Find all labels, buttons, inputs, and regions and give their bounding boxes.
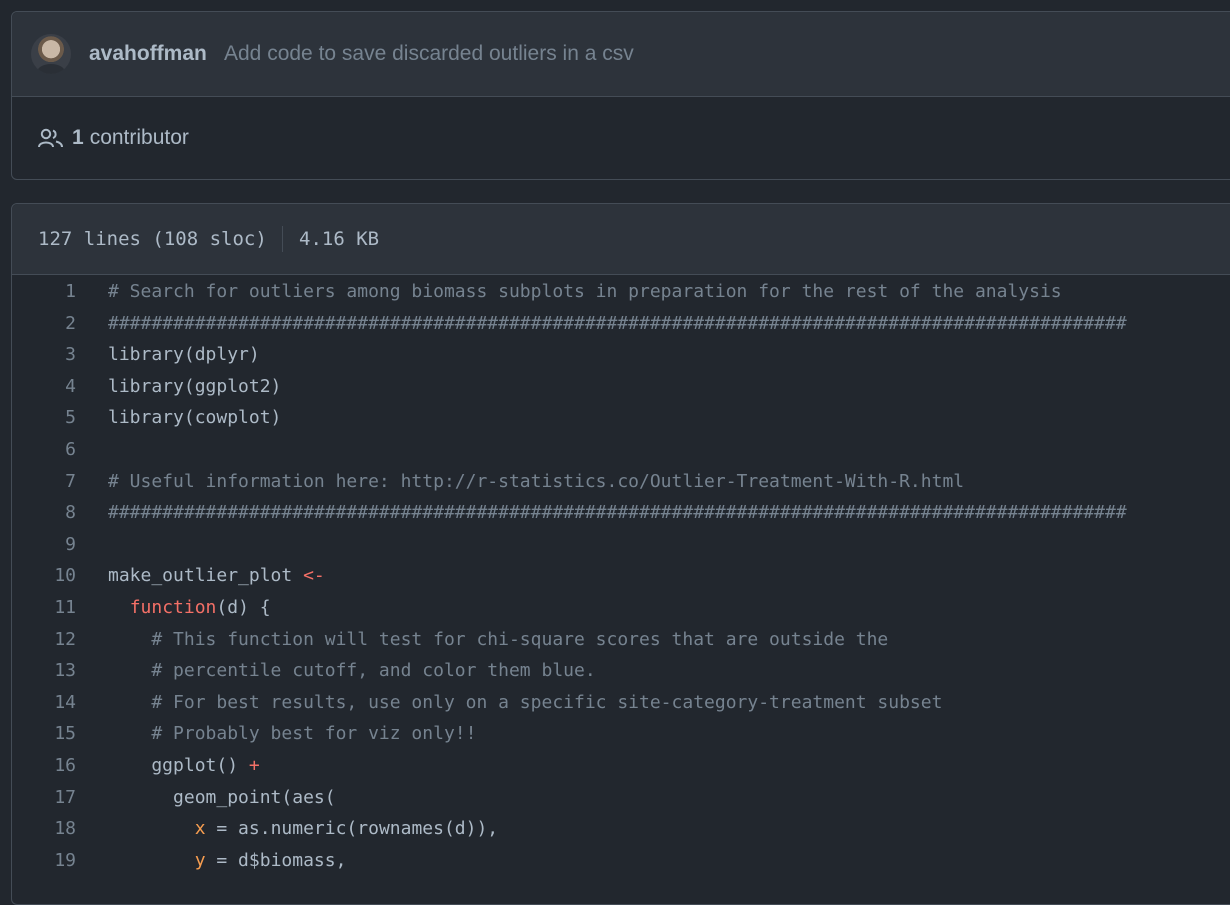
code-line: 7 # Useful information here: http://r-sta… bbox=[12, 466, 1230, 498]
code-token: make_outlier_plot bbox=[108, 565, 304, 587]
code-token: library(ggplot2) bbox=[108, 375, 282, 397]
line-number[interactable]: 1 bbox=[12, 276, 76, 308]
code-token: ggplot() bbox=[108, 754, 249, 776]
line-number[interactable]: 13 bbox=[12, 655, 76, 687]
code-line: 15 # Probably best for viz only!! bbox=[12, 718, 1230, 750]
file-info-header: 127 lines (108 sloc) 4.16 KB bbox=[12, 204, 1230, 275]
code-line: 3 library(dplyr) bbox=[12, 339, 1230, 371]
file-box: 127 lines (108 sloc) 4.16 KB 1 # Search f… bbox=[11, 203, 1230, 905]
line-source: # Probably best for viz only!! bbox=[108, 718, 476, 750]
people-icon bbox=[38, 128, 63, 148]
code-line: 10 make_outlier_plot <- bbox=[12, 560, 1230, 592]
code-line: 12 # This function will test for chi-squ… bbox=[12, 624, 1230, 656]
code-line: 11 function(d) { bbox=[12, 592, 1230, 624]
line-source: ########################################… bbox=[108, 497, 1127, 529]
line-source: make_outlier_plot <- bbox=[108, 560, 325, 592]
line-source: y = d$biomass, bbox=[108, 845, 347, 877]
code-token: # For best results, use only on a specif… bbox=[108, 691, 943, 713]
line-number[interactable]: 3 bbox=[12, 339, 76, 371]
code-token: # Search for outliers among biomass subp… bbox=[108, 281, 1062, 302]
code-token: x bbox=[194, 818, 206, 840]
code-line: 17 geom_point(aes( bbox=[12, 782, 1230, 814]
line-number[interactable]: 9 bbox=[12, 529, 76, 561]
contributor-count: 1 bbox=[72, 126, 84, 149]
code-token: y bbox=[194, 849, 206, 871]
line-number[interactable]: 7 bbox=[12, 466, 76, 498]
code-view[interactable]: 1 # Search for outliers among biomass sub… bbox=[12, 276, 1230, 876]
code-token: library(dplyr) bbox=[108, 344, 260, 366]
code-line: 5 library(cowplot) bbox=[12, 402, 1230, 434]
line-number[interactable]: 10 bbox=[12, 560, 76, 592]
code-token: # This function will test for chi-square… bbox=[108, 628, 889, 650]
line-number[interactable]: 14 bbox=[12, 687, 76, 719]
line-source: # This function will test for chi-square… bbox=[108, 624, 888, 656]
line-source: library(cowplot) bbox=[108, 402, 281, 434]
code-line: 6 bbox=[12, 434, 1230, 466]
code-token: function bbox=[129, 596, 217, 618]
line-number[interactable]: 12 bbox=[12, 624, 76, 656]
line-number[interactable]: 2 bbox=[12, 308, 76, 340]
commit-author-link[interactable]: avahoffman bbox=[89, 42, 207, 66]
code-token: # Useful information here: http://r-stat… bbox=[108, 470, 965, 492]
line-number[interactable]: 16 bbox=[12, 750, 76, 782]
code-line: 19 y = d$biomass, bbox=[12, 845, 1230, 877]
line-number[interactable]: 8 bbox=[12, 497, 76, 529]
code-token: + bbox=[248, 754, 260, 776]
line-source: # For best results, use only on a specif… bbox=[108, 687, 942, 719]
line-source: ggplot() + bbox=[108, 750, 260, 782]
latest-commit: avahoffman Add code to save discarded ou… bbox=[12, 12, 1230, 97]
commit-message-link[interactable]: Add code to save discarded outliers in a… bbox=[224, 42, 634, 66]
line-number[interactable]: 18 bbox=[12, 813, 76, 845]
code-token: (d) { bbox=[216, 596, 271, 618]
line-source: ########################################… bbox=[108, 308, 1127, 340]
line-number[interactable]: 6 bbox=[12, 434, 76, 466]
line-number[interactable]: 11 bbox=[12, 592, 76, 624]
file-size: 4.16 KB bbox=[299, 228, 380, 250]
line-number[interactable]: 19 bbox=[12, 845, 76, 877]
code-line: 8 #######################################… bbox=[12, 497, 1230, 529]
code-line: 14 # For best results, use only on a spe… bbox=[12, 687, 1230, 719]
line-number[interactable]: 15 bbox=[12, 718, 76, 750]
line-number[interactable]: 5 bbox=[12, 402, 76, 434]
contributors-button[interactable]: 1 contributor bbox=[38, 126, 189, 150]
code-token: = as.numeric(rownames(d)), bbox=[205, 818, 499, 840]
line-source: # Search for outliers among biomass subp… bbox=[108, 276, 1062, 308]
code-token: = d$biomass, bbox=[205, 849, 347, 871]
code-line: 1 # Search for outliers among biomass sub… bbox=[12, 276, 1230, 308]
contributor-label: contributor bbox=[89, 126, 189, 149]
code-line: 4 library(ggplot2) bbox=[12, 371, 1230, 403]
code-token: library(cowplot) bbox=[108, 407, 282, 429]
code-line: 18 x = as.numeric(rownames(d)), bbox=[12, 813, 1230, 845]
code-line: 9 bbox=[12, 529, 1230, 561]
line-source: # percentile cutoff, and color them blue… bbox=[108, 655, 596, 687]
divider bbox=[282, 226, 283, 252]
avatar[interactable] bbox=[31, 34, 71, 74]
line-source: x = as.numeric(rownames(d)), bbox=[108, 813, 498, 845]
code-token: <- bbox=[303, 565, 325, 587]
commit-box: avahoffman Add code to save discarded ou… bbox=[11, 11, 1230, 180]
code-token: ########################################… bbox=[108, 312, 1127, 334]
code-line: 2 #######################################… bbox=[12, 308, 1230, 340]
line-source: geom_point(aes( bbox=[108, 782, 336, 814]
line-source: library(ggplot2) bbox=[108, 371, 281, 403]
line-number[interactable]: 4 bbox=[12, 371, 76, 403]
line-source: # Useful information here: http://r-stat… bbox=[108, 466, 964, 498]
code-token: geom_point(aes( bbox=[108, 786, 336, 808]
code-token: ########################################… bbox=[108, 502, 1127, 524]
code-line: 13 # percentile cutoff, and color them b… bbox=[12, 655, 1230, 687]
line-source: function(d) { bbox=[108, 592, 271, 624]
line-count: 127 lines (108 sloc) bbox=[38, 228, 267, 250]
code-line: 16 ggplot() + bbox=[12, 750, 1230, 782]
code-token: # Probably best for viz only!! bbox=[108, 723, 477, 745]
line-source: library(dplyr) bbox=[108, 339, 260, 371]
line-number[interactable]: 17 bbox=[12, 782, 76, 814]
code-token: # percentile cutoff, and color them blue… bbox=[108, 660, 596, 682]
